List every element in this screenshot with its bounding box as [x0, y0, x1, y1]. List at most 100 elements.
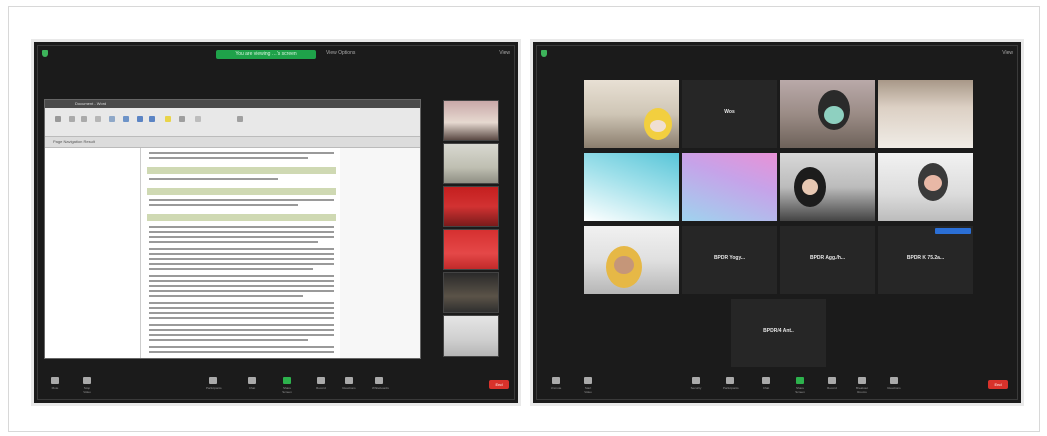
clipboard-icon[interactable] [55, 116, 61, 122]
camera-icon [584, 377, 592, 384]
record-button[interactable]: Record [825, 377, 839, 390]
participant-tile[interactable]: Wos [682, 80, 777, 148]
end-meeting-button[interactable]: End [988, 380, 1008, 389]
participant-tile[interactable] [780, 80, 875, 148]
chat-button[interactable]: Chat [759, 377, 773, 390]
participant-tile[interactable]: BPDR Yogy... [682, 226, 777, 294]
toolbar-label: Participants [723, 386, 739, 390]
document-ribbon [45, 108, 420, 137]
participant-thumbnail[interactable] [443, 186, 499, 227]
link-icon[interactable] [123, 116, 129, 122]
navigation-pane[interactable] [45, 148, 141, 358]
document-tabs[interactable]: Page Navigation Result [45, 137, 420, 148]
record-icon [317, 377, 325, 384]
security-button[interactable]: Security [689, 377, 703, 390]
toolbar-label: Reactions [887, 386, 901, 390]
camera-button[interactable]: Start Video [581, 377, 595, 394]
microphone-icon [51, 377, 59, 384]
side-panel [340, 148, 420, 358]
whiteboard-button[interactable]: Whiteboards [372, 377, 389, 390]
shield-icon[interactable] [42, 50, 48, 57]
toolbar-label: Unmute [550, 386, 562, 390]
shield-icon[interactable] [541, 50, 547, 57]
reactions-button[interactable]: Reactions [887, 377, 901, 390]
participant-tile[interactable] [682, 153, 777, 221]
participant-tile[interactable]: BPDR/4 Ant.. [731, 299, 826, 367]
brush-icon[interactable] [109, 116, 115, 122]
top-bar: View [533, 48, 1021, 62]
participant-tile[interactable] [878, 80, 973, 148]
microphone-icon [552, 377, 560, 384]
copy-icon[interactable] [81, 116, 87, 122]
reactions-button[interactable]: Reactions [342, 377, 356, 390]
toolbar-label: Chat [762, 386, 770, 390]
end-meeting-button[interactable]: End [489, 380, 509, 389]
paste-icon[interactable] [95, 116, 101, 122]
style-icon[interactable] [195, 116, 201, 122]
participant-tile[interactable] [584, 153, 679, 221]
participant-tile[interactable] [780, 153, 875, 221]
chat-button[interactable]: Chat [245, 377, 259, 390]
share-screen-button[interactable]: Share Screen [793, 377, 807, 394]
toolbar-label: Start Video [584, 386, 592, 394]
undo-icon[interactable] [137, 116, 143, 122]
camera-icon [83, 377, 91, 384]
reactions-icon [345, 377, 353, 384]
record-button[interactable]: Record [314, 377, 328, 390]
participant-tile[interactable]: BPDR Agg./h... [780, 226, 875, 294]
participant-tile[interactable]: BPDR K 75.2a... [878, 226, 973, 294]
zoom-window-gallery: View Wos BPDR Yogy... BPDR Agg./h... BPD… [530, 39, 1024, 406]
participant-thumbnail[interactable] [443, 100, 499, 141]
toolbar-label: Reactions [342, 386, 356, 390]
toolbar-label: Stop Video [83, 386, 91, 394]
record-icon [828, 377, 836, 384]
meeting-toolbar: Mute Stop Video Participants Chat Share Scre… [34, 375, 518, 397]
participant-thumbnail[interactable] [443, 315, 499, 357]
camera-button[interactable]: Stop Video [80, 377, 94, 394]
view-button[interactable]: View [499, 50, 510, 56]
document-body [45, 148, 420, 358]
document-page[interactable] [145, 148, 338, 358]
toolbar-label: Record [316, 386, 326, 390]
participants-button[interactable]: Participants [723, 377, 739, 390]
participant-tile[interactable] [878, 153, 973, 221]
participant-thumbnail[interactable] [443, 272, 499, 313]
document-title-bar: Document - Word [45, 100, 420, 108]
participants-button[interactable]: Participants [206, 377, 222, 390]
top-bar: You are viewing …'s screen View Options … [34, 48, 518, 62]
share-screen-icon [796, 377, 804, 384]
meeting-toolbar: Unmute Start Video Security Participants Cha… [533, 375, 1021, 397]
view-options-label[interactable]: View Options [326, 50, 355, 56]
font-color-icon[interactable] [179, 116, 185, 122]
toolbar-label: Chat [248, 386, 256, 390]
toolbar-label: Whiteboards [372, 386, 389, 390]
redo-icon[interactable] [149, 116, 155, 122]
breakout-icon [858, 377, 866, 384]
participant-thumbnail[interactable] [443, 143, 499, 184]
breakout-button[interactable]: Breakout Rooms [855, 377, 869, 394]
participants-icon [209, 377, 217, 384]
microphone-button[interactable]: Unmute [549, 377, 563, 390]
participant-tile[interactable] [584, 226, 679, 294]
toolbar-label: Breakout Rooms [855, 386, 868, 394]
shared-document-window: Document - Word Page Navigation Result [44, 99, 421, 359]
participant-tile[interactable] [584, 80, 679, 148]
find-icon[interactable] [237, 116, 243, 122]
toolbar-label: Share Screen [282, 386, 292, 394]
toolbar-label: Record [827, 386, 837, 390]
chat-icon [248, 377, 256, 384]
reactions-icon [890, 377, 898, 384]
microphone-button[interactable]: Mute [48, 377, 62, 390]
security-icon [692, 377, 700, 384]
participant-thumbnail[interactable] [443, 229, 499, 270]
highlight-icon[interactable] [165, 116, 171, 122]
whiteboard-icon [375, 377, 383, 384]
share-screen-button[interactable]: Share Screen [280, 377, 294, 394]
cut-icon[interactable] [69, 116, 75, 122]
toolbar-label: Share Screen [795, 386, 805, 394]
share-status-pill[interactable]: You are viewing …'s screen [216, 50, 316, 59]
participants-icon [726, 377, 734, 384]
zoom-window-screen-share: You are viewing …'s screen View Options … [31, 39, 521, 406]
view-button[interactable]: View [1002, 50, 1013, 56]
toolbar-label: Security [690, 386, 702, 390]
